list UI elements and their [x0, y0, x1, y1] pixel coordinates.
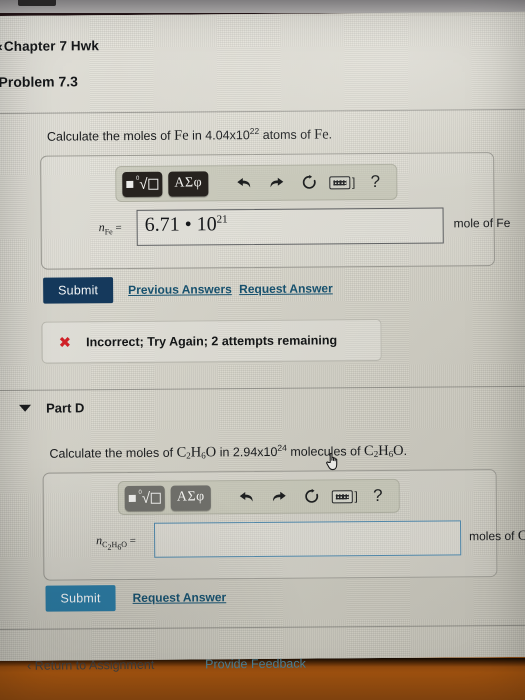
greek-symbols-label: ΑΣφ [176, 489, 205, 505]
monitor-screen: ‹Chapter 7 Hwk Problem 7.3 Calculate the… [0, 11, 525, 673]
math-toolbar-part-c: 0 √ ΑΣφ] ? [115, 163, 398, 203]
undo-icon[interactable] [230, 170, 256, 196]
submit-button-part-c[interactable]: Submit [43, 277, 114, 304]
previous-answers-link[interactable]: Previous Answers [128, 282, 232, 297]
math-toolbar-part-d: 0 √ ΑΣφ] ? [117, 478, 400, 516]
unit-label-part-c: mole of Fe [454, 216, 511, 230]
keyboard-glyph [331, 489, 353, 503]
q-d-formula-1: C2H6O [176, 444, 217, 461]
reset-icon[interactable] [299, 483, 325, 509]
provide-feedback-link[interactable]: Provide Feedback [205, 657, 306, 672]
reset-icon[interactable] [296, 169, 322, 195]
greek-symbols-label: ΑΣφ [174, 175, 203, 191]
redo-icon[interactable] [266, 484, 292, 510]
var-c-equals: = [112, 222, 122, 235]
math-template-button[interactable]: 0 √ [122, 171, 163, 197]
breadcrumb-label: Chapter 7 Hwk [3, 38, 99, 54]
request-answer-link-part-c[interactable]: Request Answer [239, 281, 333, 296]
answer-input-part-c[interactable]: 6.71 • 1021 [136, 207, 444, 246]
incorrect-x-icon: ✖ [58, 333, 72, 352]
q-d-end: . [403, 443, 408, 458]
unit-c-text: mole of Fe [453, 215, 511, 231]
variable-label-part-d: nC2H6O = [96, 533, 136, 552]
answer-input-part-d[interactable] [153, 520, 462, 558]
keyboard-icon[interactable]: ] [329, 169, 355, 195]
reset-circular-arrow-svg [302, 174, 316, 189]
keyboard-bracket-label: ] [354, 489, 358, 504]
var-d-equals: = [126, 534, 137, 547]
help-question-mark: ? [370, 171, 381, 192]
template-root-icon: 0 √ [125, 175, 159, 192]
pointing-hand-cursor [326, 452, 338, 471]
return-label: Return to Assignment [34, 657, 155, 673]
help-icon[interactable]: ? [362, 169, 388, 195]
q-c-exponent: 22 [249, 125, 260, 136]
reset-circular-arrow-svg [305, 488, 319, 503]
question-text-part-d: Calculate the moles of C2H6O in 2.94x102… [49, 442, 407, 463]
answer-c-exponent: 21 [216, 213, 228, 226]
help-icon[interactable]: ? [365, 483, 391, 509]
q-d-mid: in 2.94x10 [216, 444, 278, 460]
q-c-formula-2: Fe [314, 126, 329, 143]
q-d-formula-2: C2H6O [363, 442, 404, 460]
return-to-assignment-link[interactable]: ‹ Return to Assignment [27, 658, 154, 673]
breadcrumb-back-chevron-icon: ‹ [0, 38, 3, 54]
help-question-mark: ? [372, 485, 383, 506]
page-title: Problem 7.3 [0, 73, 78, 90]
feedback-message: Incorrect; Try Again; 2 attempts remaini… [86, 333, 338, 350]
template-root-icon: 0 √ [128, 489, 162, 506]
q-c-formula-1: Fe [174, 127, 189, 144]
browser-tab[interactable] [18, 0, 56, 6]
keyboard-bracket-label: ] [351, 175, 356, 190]
q-c-prefix: Calculate the moles of [46, 128, 175, 144]
divider-above-footer [0, 624, 525, 630]
browser-chrome-strip [0, 0, 525, 13]
redo-arrow-svg [270, 177, 283, 187]
answer-value-part-c: 6.71 • 1021 [145, 213, 228, 237]
undo-arrow-svg [236, 177, 250, 188]
var-d-subscript: C2H6O [102, 540, 128, 552]
undo-icon[interactable] [233, 484, 259, 510]
greek-symbols-button[interactable]: ΑΣφ [168, 170, 209, 197]
return-chevron-icon: ‹ [27, 658, 32, 673]
unit-label-part-d: moles of C2H6O [469, 529, 525, 546]
q-c-mid: in 4.04x10 [188, 128, 250, 143]
photograph-of-screen: ‹Chapter 7 Hwk Problem 7.3 Calculate the… [0, 0, 525, 700]
answer-panel-part-c: 0 √ ΑΣφ] ? nFe = 6.71 • 1021 mole of Fe [40, 152, 510, 270]
unit-d-formula: C2H6O [517, 528, 525, 544]
variable-label-part-c: nFe = [99, 220, 122, 236]
redo-icon[interactable] [263, 170, 289, 196]
keyboard-icon[interactable]: ] [331, 483, 358, 509]
divider-above-part-c [0, 108, 525, 114]
answer-panel-part-d: 0 √ ΑΣφ] ? nC2H6O = moles of C [42, 469, 525, 581]
feedback-banner-incorrect: ✖ Incorrect; Try Again; 2 attempts remai… [41, 318, 382, 364]
answer-c-mantissa: 6.71 • 10 [144, 213, 217, 236]
submit-button-part-d[interactable]: Submit [45, 585, 116, 612]
request-answer-link-part-d[interactable]: Request Answer [133, 590, 227, 605]
breadcrumb[interactable]: ‹Chapter 7 Hwk [0, 38, 99, 54]
question-text-part-c: Calculate the moles of Fe in 4.04x1022 a… [47, 125, 332, 145]
undo-arrow-svg [239, 491, 253, 502]
q-c-mid2: atoms of [259, 127, 315, 143]
var-c-subscript: Fe [104, 227, 113, 237]
greek-symbols-button-part-d[interactable]: ΑΣφ [170, 484, 211, 511]
keyboard-glyph [329, 175, 351, 189]
q-d-prefix: Calculate the moles of [49, 445, 177, 461]
divider-above-part-d [0, 385, 525, 391]
part-d-header: Part D [46, 400, 85, 416]
masteringchemistry-page: ‹Chapter 7 Hwk Problem 7.3 Calculate the… [0, 12, 525, 673]
unit-d-prefix: moles of [469, 528, 518, 544]
collapse-triangle-icon-part-d[interactable] [19, 404, 32, 412]
q-c-end: . [328, 127, 333, 142]
redo-arrow-svg [272, 491, 286, 501]
math-template-button-part-d[interactable]: 0 √ [124, 485, 165, 511]
